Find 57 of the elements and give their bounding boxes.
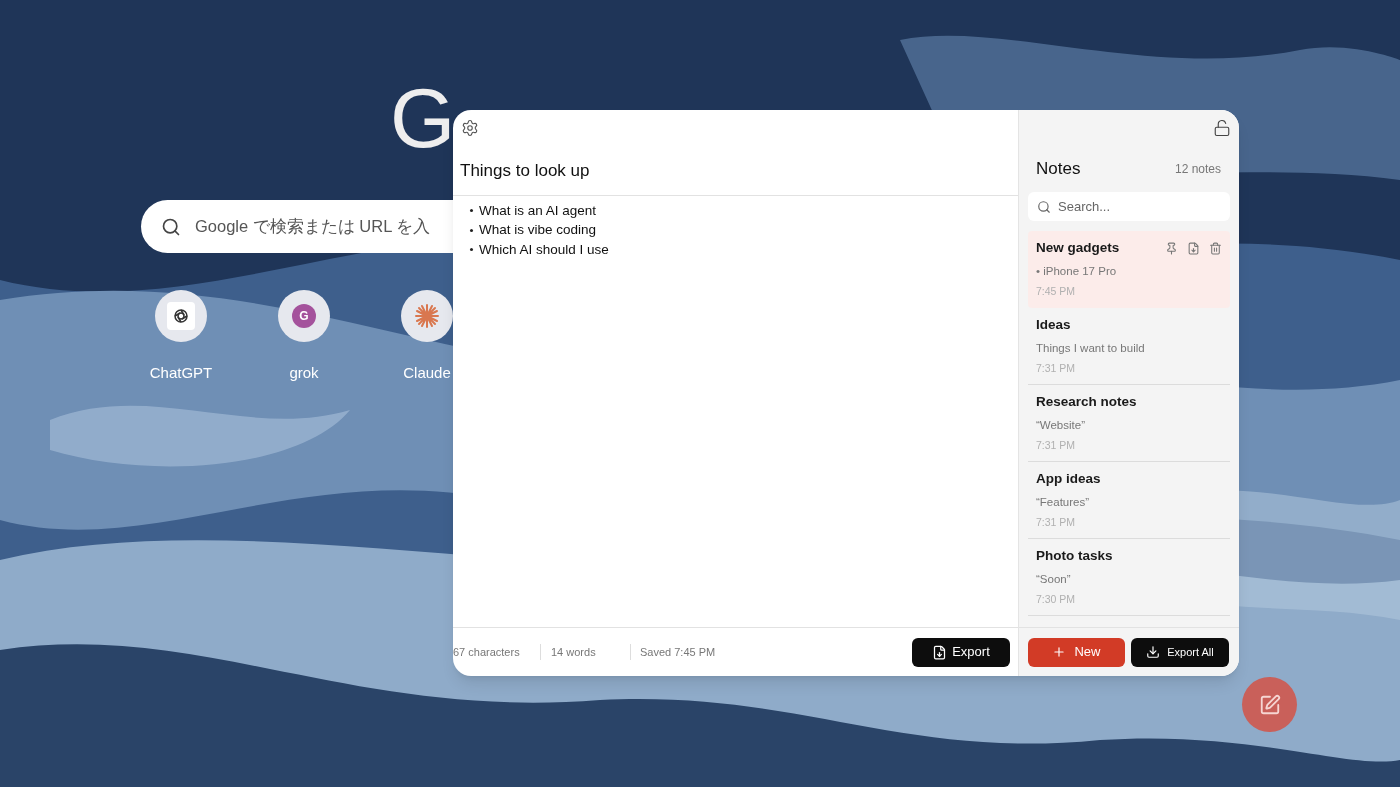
note-item-preview: Things I want to build: [1036, 340, 1146, 356]
trash-icon[interactable]: [1209, 242, 1222, 255]
export-button[interactable]: Export: [912, 637, 1010, 667]
note-item-title: Ideas: [1036, 316, 1071, 335]
note-item-title: App ideas: [1036, 470, 1101, 489]
bullet-icon: [470, 209, 473, 213]
shortcut-label: ChatGPT: [149, 363, 213, 383]
note-item-time: 7:31 PM: [1036, 360, 1077, 376]
note-item-preview: • iPhone 17 Pro: [1036, 263, 1118, 279]
note-line[interactable]: Which AI should I use: [479, 239, 609, 260]
note-item-preview: “Features”: [1036, 494, 1091, 510]
note-list-item[interactable]: New gadgets • iPhone 17 Pro 7:45 PM: [1028, 231, 1230, 308]
pin-icon[interactable]: [1165, 242, 1178, 255]
note-line[interactable]: What is vibe coding: [479, 220, 597, 241]
note-list-item[interactable]: Research notes “Website” 7:31 PM: [1028, 385, 1230, 462]
note-item-title: Photo tasks: [1036, 547, 1113, 566]
note-item-preview: “Soon”: [1036, 571, 1072, 587]
file-download-icon: [932, 644, 948, 660]
chat-logo-icon: [167, 302, 195, 330]
compose-icon: [1258, 693, 1281, 716]
plus-icon: [1052, 645, 1067, 659]
google-logo: G: [390, 76, 456, 160]
note-title[interactable]: Things to look up: [460, 157, 590, 184]
bullet-icon: [470, 248, 473, 252]
note-item-time: 7:30 PM: [1036, 591, 1077, 607]
note-list-item[interactable]: Ideas Things I want to build 7:31 PM: [1028, 308, 1230, 385]
note-item-title: New gadgets: [1036, 239, 1120, 258]
search-field[interactable]: Google で検索または URL を入: [141, 200, 453, 253]
note-list-item[interactable]: App ideas “Features” 7:31 PM: [1028, 462, 1230, 539]
note-item-time: 7:45 PM: [1036, 283, 1077, 299]
search-placeholder: Search...: [1058, 197, 1111, 216]
note-item-time: 7:31 PM: [1036, 514, 1077, 530]
settings-icon[interactable]: [461, 119, 479, 137]
status-text: Saved 7:45 PM: [639, 644, 717, 660]
note-count: 12 notes: [1174, 161, 1221, 178]
sidebar-title: Notes: [1036, 158, 1081, 181]
search-field[interactable]: Search...: [1028, 192, 1230, 221]
status-text: 14 words: [541, 643, 631, 661]
bullet-icon: [470, 228, 473, 232]
download-icon: [1146, 645, 1161, 659]
new-note-button[interactable]: New: [1028, 637, 1125, 667]
shortcut-label: grok: [289, 363, 319, 383]
unlocked-padlock-icon[interactable]: [1213, 119, 1231, 137]
note-item-preview: “Website”: [1036, 417, 1086, 433]
search-icon: [1037, 199, 1051, 214]
search-icon: [161, 216, 181, 237]
status-text: 67 characters: [453, 643, 541, 661]
letter-avatar: G: [292, 304, 316, 328]
export-all-button[interactable]: Export All: [1131, 637, 1229, 667]
note-list-item[interactable]: Photo tasks “Soon” 7:30 PM: [1028, 539, 1230, 616]
note-item-title: Research notes: [1036, 393, 1137, 412]
note-item-time: 7:31 PM: [1036, 437, 1077, 453]
starburst-icon: [414, 303, 440, 329]
search-placeholder: Google で検索または URL を入: [195, 216, 431, 238]
file-download-icon[interactable]: [1187, 242, 1200, 255]
shortcut-label: Claude: [403, 363, 451, 383]
note-line[interactable]: What is an AI agent: [479, 200, 597, 221]
